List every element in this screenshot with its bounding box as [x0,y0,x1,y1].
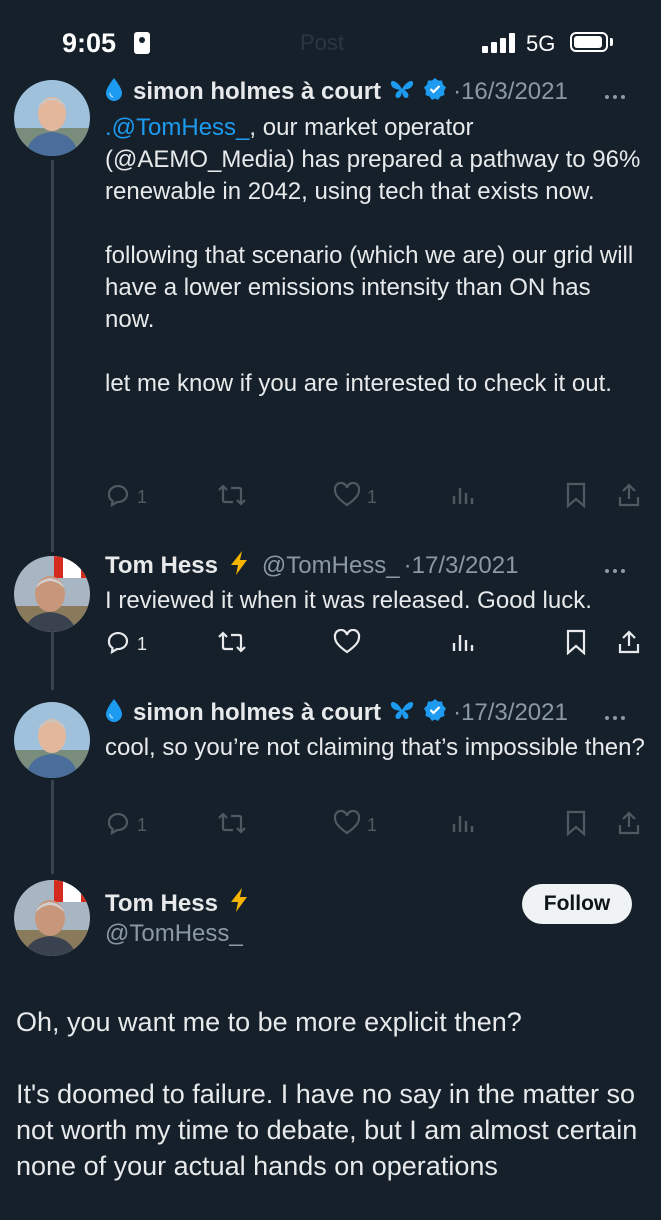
tweet-date[interactable]: 17/3/2021 [412,552,519,580]
tweet-date[interactable]: 16/3/2021 [461,78,568,106]
tweet-text: .@TomHess_, our market operator (@AEMO_M… [105,114,641,397]
lightning-icon [228,550,250,583]
reply-icon [105,629,131,660]
verified-badge-icon [423,77,447,108]
reply-button[interactable]: 1 [105,629,147,659]
share-button[interactable] [617,629,641,659]
retweet-icon [217,482,247,513]
more-icon[interactable] [601,552,625,580]
share-icon [617,810,641,841]
water-drop-icon [105,77,123,108]
retweet-button[interactable] [217,482,247,512]
mention-link[interactable]: .@TomHess_ [105,114,249,141]
more-icon[interactable] [601,78,625,106]
avatar-simon[interactable] [14,702,90,778]
reply-icon [105,482,131,513]
like-icon [333,481,361,513]
share-button[interactable] [617,482,641,512]
like-icon [333,809,361,841]
tweet-actions: 1 1 [105,809,645,841]
reply-button[interactable]: 1 [105,810,147,840]
author-name[interactable]: Tom Hess [105,552,218,580]
like-button[interactable]: 1 [333,809,377,841]
author-name[interactable]: Tom Hess [105,890,218,918]
views-icon [451,629,475,660]
main-author-name-row: Tom Hess [105,887,250,920]
views-icon [451,810,475,841]
share-icon [617,482,641,513]
tweet-actions: 1 1 [105,481,645,513]
follow-button[interactable]: Follow [522,884,632,924]
faded-page-title: Post [300,30,345,55]
avatar-simon[interactable] [14,80,90,156]
butterfly-icon [389,699,415,728]
author-name[interactable]: simon holmes à court [133,78,381,106]
retweet-button[interactable] [217,629,247,659]
tweet-text: cool, so you’re not claiming that’s impo… [105,734,645,761]
reply-button[interactable]: 1 [105,482,147,512]
views-icon [451,482,475,513]
retweet-icon [217,810,247,841]
status-bar: 9:05 Post 5G [0,0,661,80]
more-icon[interactable] [601,699,625,727]
thread-line [51,160,54,552]
tweet-actions: 1 [105,628,645,660]
bookmark-icon [565,629,587,660]
tweet-date[interactable]: 17/3/2021 [461,699,568,727]
id-card-icon [134,32,150,54]
like-button[interactable] [333,628,361,660]
tweet-header: simon holmes à court · 16/3/2021 [105,75,645,109]
author-handle[interactable]: @TomHess_ [262,552,400,580]
retweet-button[interactable] [217,810,247,840]
avatar-tom-hess[interactable] [14,556,90,632]
main-tweet-text: Oh, you want me to be more explicit then… [16,1007,638,1181]
author-name[interactable]: simon holmes à court [133,699,381,727]
tweet-header: simon holmes à court · 17/3/2021 [105,696,645,730]
lightning-icon [228,887,250,920]
author-handle[interactable]: @TomHess_ [105,920,243,948]
tweet-header: Tom Hess @TomHess_ · 17/3/2021 [105,549,645,583]
butterfly-icon [389,78,415,107]
views-button[interactable] [451,629,475,659]
bookmark-button[interactable] [565,482,587,512]
share-icon [617,629,641,660]
thread-line [51,780,54,874]
water-drop-icon [105,698,123,729]
like-button[interactable]: 1 [333,481,377,513]
retweet-icon [217,629,247,660]
verified-badge-icon [423,698,447,729]
reply-icon [105,810,131,841]
share-button[interactable] [617,810,641,840]
avatar-tom-hess[interactable] [14,880,90,956]
signal-icon [482,33,518,53]
battery-icon [570,32,608,52]
bookmark-icon [565,482,587,513]
views-button[interactable] [451,482,475,512]
like-icon [333,628,361,660]
thread-line [51,632,54,690]
views-button[interactable] [451,810,475,840]
bookmark-icon [565,810,587,841]
bookmark-button[interactable] [565,810,587,840]
bookmark-button[interactable] [565,629,587,659]
status-time: 9:05 [62,28,117,58]
tweet-text: I reviewed it when it was released. Good… [105,587,592,614]
network-label: 5G [526,31,556,56]
